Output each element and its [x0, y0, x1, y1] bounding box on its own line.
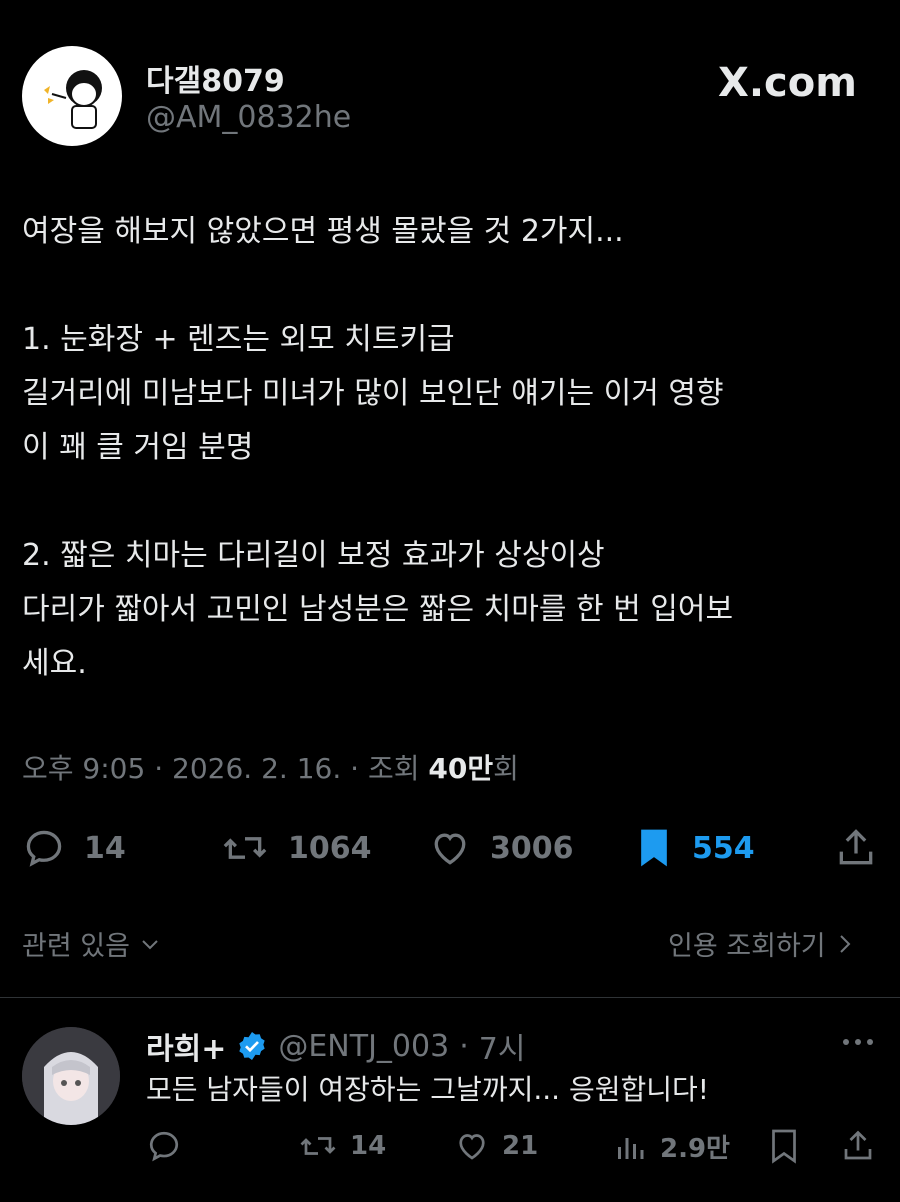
meta-separator: · — [350, 752, 368, 785]
reply-text: 모든 남자들이 여장하는 그날까지... 응원합니다! — [146, 1073, 709, 1106]
view-quotes-link[interactable]: 인용 조회하기 — [668, 924, 856, 963]
bookmark-icon — [772, 1129, 796, 1164]
bookmark-button[interactable]: 554 — [634, 826, 755, 870]
more-icon — [843, 1039, 873, 1045]
display-name[interactable]: 다갤8079 — [146, 56, 285, 100]
share-button[interactable] — [834, 826, 878, 870]
like-count: 3006 — [490, 830, 574, 866]
reply-header: 라희+ @ENTJ_003 · 7시 — [146, 1024, 525, 1068]
reply-icon — [26, 830, 62, 867]
reply-handle[interactable]: @ENTJ_003 — [278, 1029, 449, 1064]
reply-retweet-button[interactable]: 14 — [298, 1128, 386, 1164]
retweet-icon — [223, 837, 267, 859]
reply-avatar[interactable] — [22, 1027, 120, 1125]
tweet-time[interactable]: 오후 9:05 — [22, 752, 145, 785]
reply-display-name[interactable]: 라희+ — [146, 1024, 226, 1068]
avatar-illustration-icon — [44, 70, 102, 129]
reply-like-count: 21 — [502, 1131, 539, 1161]
related-toggle[interactable]: 관련 있음 — [22, 924, 162, 963]
tweet-meta: 오후 9:05 · 2026. 2. 16. · 조회 40만회 — [22, 747, 519, 787]
user-handle[interactable]: @AM_0832he — [146, 100, 351, 135]
reply-views-button[interactable]: 2.9만 — [612, 1128, 730, 1165]
retweet-count: 1064 — [288, 830, 372, 866]
divider — [0, 997, 900, 998]
reply-avatar-illustration-icon — [22, 1027, 120, 1125]
views-icon — [618, 1137, 644, 1159]
reply-button[interactable]: 14 — [22, 826, 126, 870]
x-brand-logo: X.com — [718, 60, 857, 106]
reply-icon — [149, 1131, 179, 1162]
reply-retweet-count: 14 — [350, 1131, 387, 1161]
like-button[interactable]: 3006 — [428, 826, 574, 870]
reply-count: 14 — [84, 830, 126, 866]
share-icon — [839, 829, 873, 865]
bookmark-count: 554 — [692, 830, 755, 866]
verified-icon — [239, 1032, 266, 1060]
more-button[interactable] — [838, 1032, 878, 1052]
related-label: 관련 있음 — [22, 931, 130, 962]
tweet-text: 여장을 해보지 않았으면 평생 몰랐을 것 2가지... 1. 눈화장 + 렌즈… — [22, 214, 734, 681]
views-count: 40만 — [428, 752, 494, 785]
avatar[interactable] — [22, 46, 122, 146]
reply-reply-button[interactable] — [146, 1128, 194, 1164]
chevron-right-icon — [839, 934, 851, 953]
reply-like-button[interactable]: 21 — [454, 1128, 538, 1164]
reply-bookmark-button[interactable] — [768, 1128, 800, 1164]
retweet-button[interactable]: 1064 — [220, 826, 372, 870]
views-prefix: 조회 — [367, 752, 420, 785]
chevron-down-icon — [142, 939, 158, 949]
reply-share-button[interactable] — [840, 1128, 876, 1164]
share-icon — [844, 1130, 872, 1160]
meta-separator: · — [154, 752, 173, 785]
meta-separator: · — [459, 1028, 469, 1064]
views-suffix: 회 — [493, 752, 519, 785]
bookmark-icon — [641, 829, 667, 867]
reply-views-count: 2.9만 — [660, 1134, 730, 1164]
quotes-label: 인용 조회하기 — [668, 931, 826, 962]
reply-time[interactable]: 7시 — [479, 1024, 526, 1068]
retweet-icon — [300, 1137, 336, 1155]
heart-icon — [434, 833, 466, 865]
tweet-date[interactable]: 2026. 2. 16. — [172, 752, 341, 785]
heart-icon — [459, 1134, 485, 1160]
